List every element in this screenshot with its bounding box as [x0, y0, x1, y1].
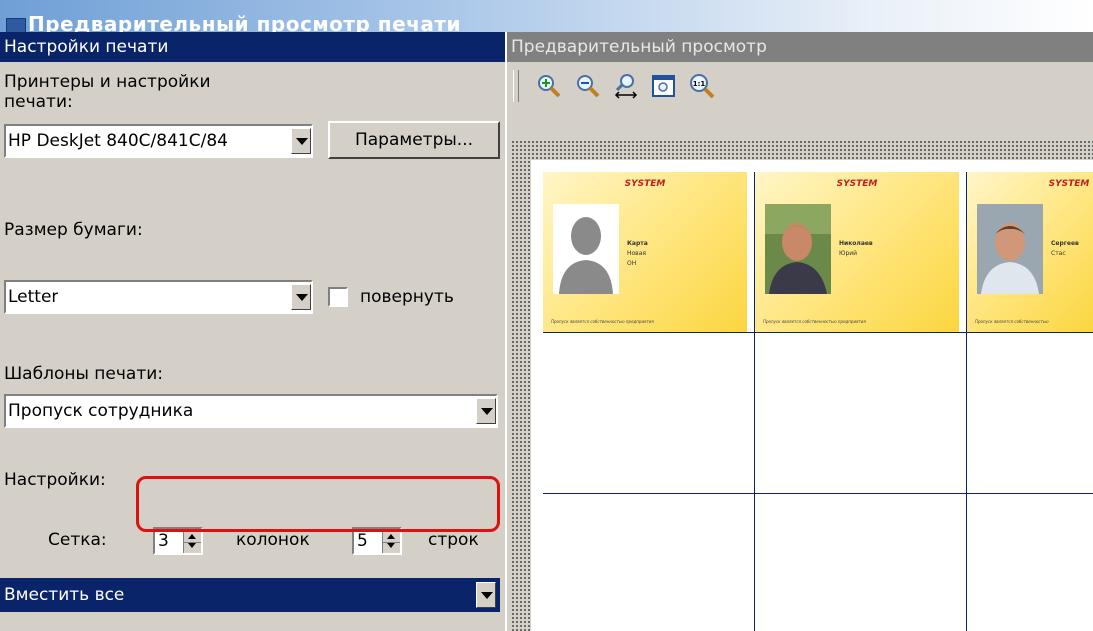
rotate-checkbox[interactable]	[328, 287, 348, 307]
card-line: Новая	[627, 250, 647, 257]
preview-header: Предварительный просмотр	[507, 32, 1093, 62]
card-line: ОН	[627, 260, 637, 267]
printer-select-value: HP DeskJet 840C/841C/84	[8, 131, 228, 151]
chevron-down-icon[interactable]	[291, 128, 311, 154]
person-photo	[977, 204, 1043, 294]
fit-page-icon[interactable]	[650, 72, 678, 100]
rows-label: строк	[428, 530, 479, 550]
spin-arrows-icon[interactable]	[382, 529, 400, 553]
grid-line	[543, 332, 1093, 333]
printer-select[interactable]: HP DeskJet 840C/841C/84	[4, 124, 313, 158]
preview-toolbar: 1:1	[507, 62, 1093, 110]
printers-label: Принтеры и настройки печати:	[4, 72, 211, 112]
template-select[interactable]: Пропуск сотрудника	[4, 394, 498, 428]
grid-line	[543, 493, 1093, 494]
avatar-placeholder-icon	[553, 204, 619, 294]
card-line: Юрий	[839, 250, 858, 257]
card-brand: SYSTEM	[624, 179, 666, 189]
rotate-label: повернуть	[360, 287, 454, 307]
spin-arrows-icon[interactable]	[183, 529, 201, 553]
paper-size-label: Размер бумаги:	[4, 220, 143, 240]
chevron-down-icon[interactable]	[291, 284, 311, 310]
parameters-button[interactable]: Параметры...	[328, 121, 500, 159]
rows-value: 5	[357, 531, 368, 551]
columns-value: 3	[158, 531, 169, 551]
templates-label: Шаблоны печати:	[4, 364, 164, 384]
grid-highlight-box	[136, 476, 500, 532]
settings-label: Настройки:	[4, 470, 106, 490]
actual-size-text: 1:1	[693, 80, 706, 88]
fit-mode-value: Вместить все	[4, 585, 125, 605]
print-settings-panel: Настройки печати Принтеры и настройки пе…	[0, 32, 505, 631]
zoom-out-icon[interactable]	[574, 72, 602, 100]
window-title: Предварительный просмотр печати	[28, 12, 461, 32]
grid-line	[966, 172, 967, 631]
chevron-down-icon[interactable]	[476, 398, 496, 424]
zoom-in-icon[interactable]	[535, 72, 563, 100]
card-line: Стас	[1051, 250, 1066, 257]
card-line: Карта	[627, 240, 648, 247]
grid-label: Сетка:	[48, 530, 107, 550]
actual-size-icon[interactable]: 1:1	[688, 72, 716, 100]
fit-mode-select[interactable]: Вместить все	[0, 578, 500, 612]
toolbar-grip[interactable]	[513, 70, 519, 102]
grid-line	[754, 172, 755, 631]
chevron-down-icon[interactable]	[476, 582, 496, 608]
print-settings-header: Настройки печати	[0, 32, 505, 62]
person-photo	[765, 204, 831, 294]
preview-panel: Предварительный просмотр 1:1 SYSTEM Карт…	[507, 32, 1093, 631]
card-footer: Пропуск является собственностью предприя…	[551, 319, 654, 324]
fit-width-icon[interactable]	[612, 72, 640, 100]
preview-page: SYSTEM Карта Новая ОН Пропуск является с…	[531, 160, 1093, 631]
badge-card: SYSTEM Сергеев Стас Пропуск является соб…	[967, 172, 1093, 332]
card-line: Николаев	[839, 240, 873, 247]
template-value: Пропуск сотрудника	[8, 401, 194, 421]
card-footer: Пропуск является собственностью	[975, 319, 1049, 324]
card-footer: Пропуск является собственностью предприя…	[763, 319, 866, 324]
paper-size-select[interactable]: Letter	[4, 280, 313, 314]
paper-size-value: Letter	[8, 287, 59, 307]
badge-card: SYSTEM Николаев Юрий Пропуск является со…	[755, 172, 959, 332]
card-brand: SYSTEM	[836, 179, 878, 189]
window-title-bar: Предварительный просмотр печати	[0, 0, 1093, 34]
card-brand: SYSTEM	[1048, 179, 1090, 189]
card-line: Сергеев	[1051, 240, 1079, 247]
columns-label: колонок	[236, 530, 310, 550]
badge-card: SYSTEM Карта Новая ОН Пропуск является с…	[543, 172, 747, 332]
